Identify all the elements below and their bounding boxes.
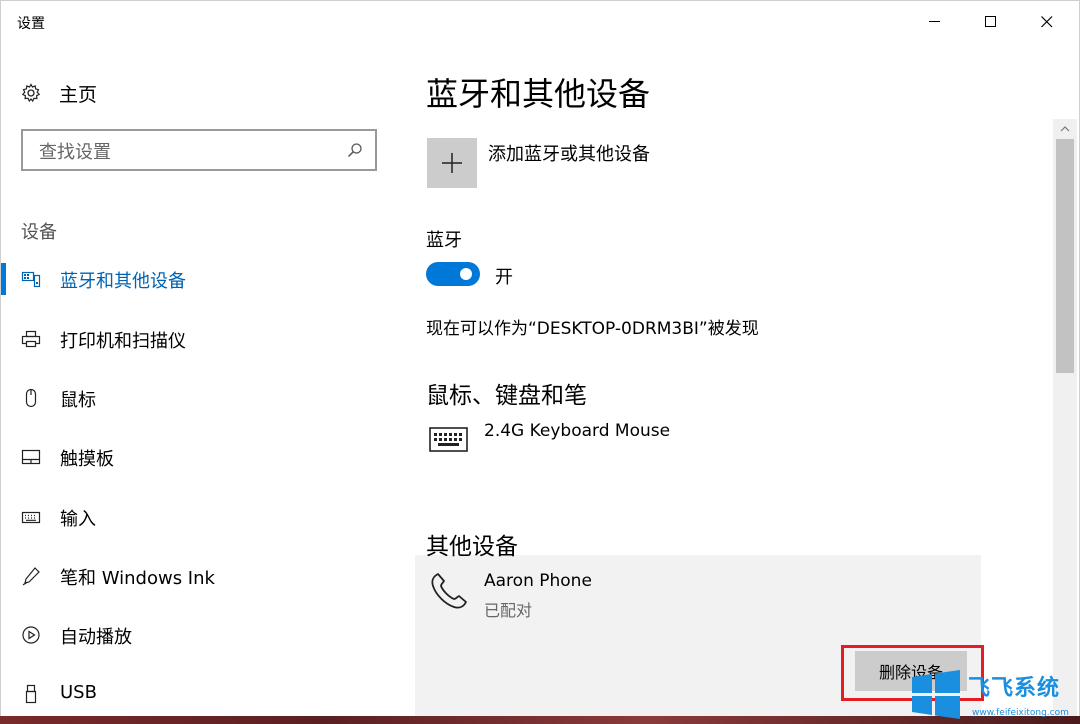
watermark-url: www.feifeixitong.com <box>972 708 1069 718</box>
section-label-devices: 设备 <box>21 222 57 243</box>
chevron-up-icon <box>1060 126 1070 132</box>
autoplay-icon <box>21 625 41 645</box>
section-title-other-devices: 其他设备 <box>426 534 518 560</box>
close-button[interactable] <box>1019 1 1075 43</box>
discoverable-text: 现在可以作为“DESKTOP-0DRM3BI”被发现 <box>426 319 759 339</box>
settings-window: 设置 主页 设备 蓝牙和其他设备 打 <box>0 0 1080 719</box>
other-device-status: 已配对 <box>484 601 533 620</box>
printer-icon <box>21 329 41 349</box>
phone-icon <box>431 573 467 609</box>
maximize-button[interactable] <box>963 1 1019 43</box>
toggle-knob <box>460 268 472 280</box>
sidebar-item-label: 输入 <box>60 509 96 530</box>
bluetooth-toggle[interactable] <box>426 262 480 286</box>
home-link[interactable]: 主页 <box>21 81 98 106</box>
mouse-icon <box>21 388 41 408</box>
keyboard-device-icon <box>429 427 468 452</box>
home-label: 主页 <box>59 83 98 106</box>
sidebar-item-label: 鼠标 <box>60 390 96 411</box>
search-input[interactable] <box>37 138 341 166</box>
touchpad-icon <box>21 447 41 467</box>
watermark-text: 飞飞系统 <box>968 676 1061 701</box>
sidebar-item-mouse[interactable]: 鼠标 <box>1 378 401 418</box>
scroll-up-button[interactable] <box>1053 119 1077 139</box>
sidebar-item-printers[interactable]: 打印机和扫描仪 <box>1 319 401 359</box>
sidebar-item-bluetooth[interactable]: 蓝牙和其他设备 <box>1 259 401 299</box>
sidebar-item-label: 触摸板 <box>60 449 114 470</box>
active-indicator <box>1 263 6 295</box>
close-icon <box>1041 16 1053 28</box>
keyboard-icon <box>21 507 41 527</box>
search-box[interactable] <box>21 129 377 171</box>
search-icon[interactable] <box>347 142 363 162</box>
scroll-thumb[interactable] <box>1056 139 1074 373</box>
sidebar-item-usb[interactable]: USB <box>1 674 401 714</box>
plus-icon <box>442 153 462 173</box>
bluetooth-state: 开 <box>495 267 513 288</box>
sidebar-item-label: USB <box>60 682 97 703</box>
sidebar-item-label: 笔和 Windows Ink <box>60 568 215 589</box>
section-title-mouse-keyboard-pen: 鼠标、键盘和笔 <box>426 383 587 409</box>
sidebar-item-autoplay[interactable]: 自动播放 <box>1 615 401 655</box>
sidebar-item-pen[interactable]: 笔和 Windows Ink <box>1 556 401 596</box>
other-device-name: Aaron Phone <box>484 571 592 591</box>
sidebar-item-touchpad[interactable]: 触摸板 <box>1 437 401 477</box>
page-title: 蓝牙和其他设备 <box>426 75 651 113</box>
watermark: 飞飞系统 www.feifeixitong.com <box>910 668 1080 720</box>
sidebar-item-label: 自动播放 <box>60 627 132 648</box>
scrollbar[interactable] <box>1053 119 1077 717</box>
bluetooth-devices-icon <box>21 269 41 289</box>
add-device-label[interactable]: 添加蓝牙或其他设备 <box>488 140 650 166</box>
bluetooth-label: 蓝牙 <box>426 230 462 251</box>
usb-icon <box>21 684 41 704</box>
maximize-icon <box>985 16 996 27</box>
minimize-icon <box>929 21 940 22</box>
windows-logo-icon <box>912 670 960 719</box>
window-title: 设置 <box>17 16 45 32</box>
add-device-button[interactable] <box>427 138 477 188</box>
gear-icon <box>21 83 41 103</box>
sidebar-item-typing[interactable]: 输入 <box>1 497 401 537</box>
keyboard-device-name[interactable]: 2.4G Keyboard Mouse <box>484 421 670 441</box>
minimize-button[interactable] <box>907 1 963 43</box>
title-bar: 设置 <box>1 1 1079 43</box>
pen-icon <box>21 566 41 586</box>
sidebar-item-label: 打印机和扫描仪 <box>60 331 186 352</box>
sidebar-item-label: 蓝牙和其他设备 <box>60 271 186 292</box>
